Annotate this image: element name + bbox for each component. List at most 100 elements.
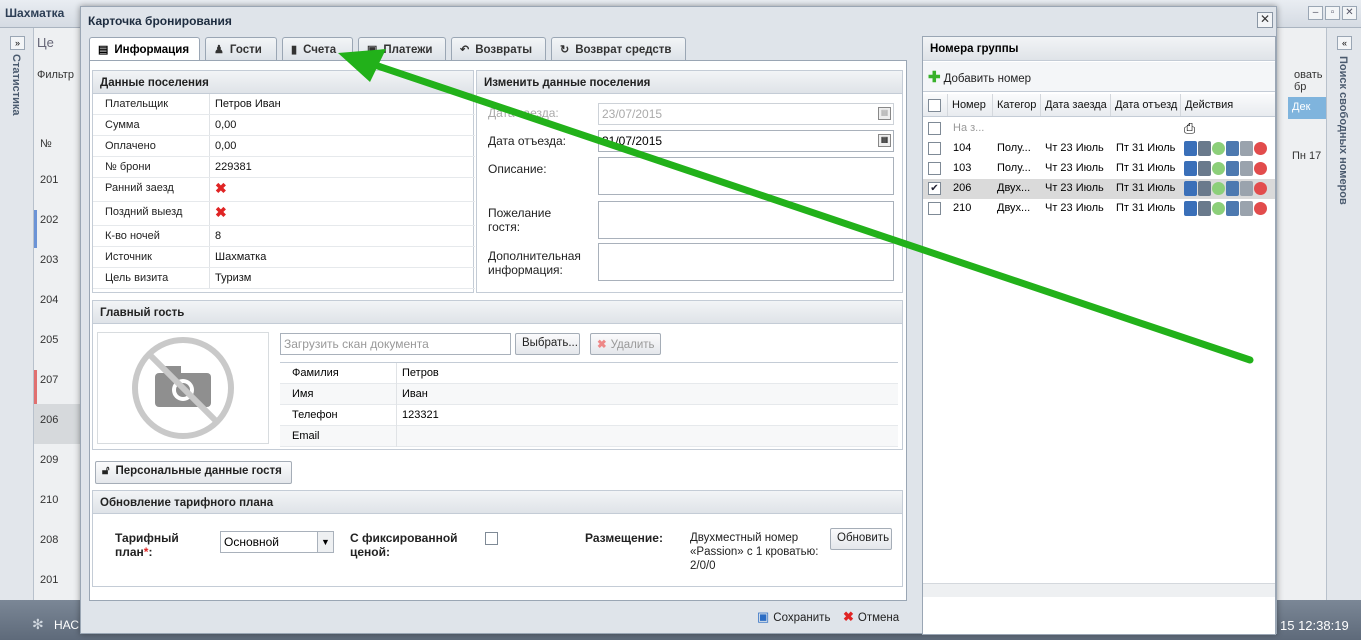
collapse-icon[interactable]: « — [1337, 36, 1352, 50]
list-icon[interactable] — [1198, 201, 1211, 216]
check-icon[interactable] — [1212, 142, 1225, 155]
gear-icon[interactable]: ✻ — [32, 616, 44, 633]
tab-info[interactable]: ▤ Информация — [89, 37, 200, 61]
check-icon[interactable] — [1212, 182, 1225, 195]
print-icon[interactable]: ⎙ — [1184, 120, 1195, 137]
list-icon[interactable] — [1198, 141, 1211, 156]
dialog-title: Карточка бронирования — [88, 14, 232, 28]
add-guest-icon[interactable] — [1226, 161, 1239, 176]
personal-data-label: Персональные данные гостя — [115, 465, 282, 477]
group-row[interactable]: ✔ 206 Двух... Чт 23 Июль Пт 31 Июль — [923, 179, 1275, 199]
group-row[interactable]: На з... ⎙ — [923, 119, 1275, 139]
guest-icon[interactable] — [1184, 201, 1197, 216]
wish-textarea[interactable] — [598, 201, 894, 239]
calendar-icon[interactable]: ▦ — [878, 134, 891, 147]
save-button[interactable]: ▣ Сохранить — [757, 609, 830, 625]
guest-row-value: Петров — [402, 367, 439, 379]
briefcase-icon: ▤ — [98, 44, 109, 56]
col-number[interactable]: Номер — [947, 94, 993, 116]
check-icon[interactable] — [1212, 202, 1225, 215]
guest-icon[interactable] — [1184, 161, 1197, 176]
remove-icon[interactable] — [1254, 142, 1267, 155]
column-divider — [209, 136, 210, 156]
horizontal-scrollbar[interactable] — [923, 583, 1275, 597]
minimize-icon[interactable]: ‒ — [1308, 6, 1323, 20]
row-checkbox[interactable] — [928, 202, 941, 215]
cell-in: Чт 23 Июль — [1045, 182, 1104, 194]
guest-icon[interactable] — [1184, 141, 1197, 156]
tab-label: Возвраты — [475, 44, 533, 56]
guest-row-key: Телефон — [292, 409, 338, 421]
row-checkbox[interactable] — [928, 142, 941, 155]
cell-cat: Полу... — [997, 142, 1031, 154]
cell-num: 104 — [953, 142, 972, 154]
row-checkbox[interactable] — [928, 122, 941, 135]
guest-icon[interactable] — [1184, 181, 1197, 196]
checkout-date-input[interactable]: 31/07/2015 ▦ — [598, 130, 894, 152]
tab-refund[interactable]: ↻ Возврат средств — [551, 37, 686, 60]
free-rooms-sidebar[interactable]: « Поиск свободных номеров — [1326, 28, 1361, 600]
month-label: Дек — [1288, 97, 1326, 119]
tab-payments[interactable]: ▣ Платежи — [358, 37, 446, 60]
add-guest-icon[interactable] — [1226, 201, 1239, 216]
row-checkbox[interactable]: ✔ — [928, 182, 941, 195]
tab-returns[interactable]: ↶ Возвраты — [451, 37, 546, 60]
money-icon: ▣ — [367, 44, 378, 56]
close-app-icon[interactable]: ✕ — [1342, 6, 1357, 20]
row-checkbox[interactable] — [928, 162, 941, 175]
group-row[interactable]: 104 Полу... Чт 23 Июль Пт 31 Июль — [923, 139, 1275, 159]
add-room-button[interactable]: ✚ Добавить номер — [928, 68, 1031, 86]
update-tariff-button[interactable]: Обновить — [830, 528, 892, 550]
group-row[interactable]: 210 Двух... Чт 23 Июль Пт 31 Июль — [923, 199, 1275, 219]
chevron-down-icon[interactable]: ▼ — [317, 532, 333, 552]
extra-info-textarea[interactable] — [598, 243, 894, 281]
remove-icon[interactable] — [1254, 202, 1267, 215]
list-icon[interactable] — [1198, 161, 1211, 176]
list-icon[interactable] — [1198, 181, 1211, 196]
room-marker — [34, 370, 37, 408]
choose-file-button[interactable]: Выбрать... — [515, 333, 580, 355]
placement-value: Двухместный номер «Passion» с 1 кроватью… — [690, 532, 819, 572]
add-room-label: Добавить номер — [943, 73, 1032, 85]
tab-label: Платежи — [383, 44, 433, 56]
tariff-plan-select[interactable]: Основной ▼ — [220, 531, 334, 553]
select-all-checkbox[interactable] — [928, 99, 941, 112]
tab-bills[interactable]: ▮ Счета — [282, 37, 353, 60]
col-category[interactable]: Категор — [993, 94, 1041, 116]
bg-room-label: № — [40, 138, 52, 150]
tab-guests[interactable]: ♟ Гости — [205, 37, 277, 60]
group-rooms-panel: Номера группы ✚ Добавить номер Номер Кате… — [922, 36, 1276, 635]
refresh-icon: ↻ — [560, 44, 570, 56]
maximize-icon[interactable]: ▫ — [1325, 6, 1340, 20]
close-icon[interactable]: ✕ — [1257, 12, 1273, 28]
stay-row: К-во ночей 8 — [93, 226, 475, 247]
taskbar-label: НАС — [54, 618, 80, 632]
add-guest-icon[interactable] — [1226, 181, 1239, 196]
fixed-price-checkbox[interactable] — [485, 532, 498, 545]
cell-cat: Двух... — [997, 202, 1031, 214]
remove-icon[interactable] — [1254, 182, 1267, 195]
checkout-icon[interactable] — [1240, 181, 1253, 196]
document-icon: ▮ — [291, 44, 298, 56]
stay-row-value: Петров Иван — [215, 98, 281, 110]
cancel-button[interactable]: ✖ Отмена — [843, 609, 899, 625]
col-checkout[interactable]: Дата отъезд — [1111, 94, 1181, 116]
add-guest-icon[interactable] — [1226, 141, 1239, 156]
expand-icon[interactable]: » — [10, 36, 25, 50]
statistics-sidebar[interactable]: » Статистика — [0, 28, 34, 600]
group-row[interactable]: 103 Полу... Чт 23 Июль Пт 31 Июль — [923, 159, 1275, 179]
cell-cat: Полу... — [997, 162, 1031, 174]
remove-icon[interactable] — [1254, 162, 1267, 175]
col-actions: Действия — [1185, 99, 1234, 111]
col-checkin[interactable]: Дата заезда — [1041, 94, 1111, 116]
checkout-icon[interactable] — [1240, 141, 1253, 156]
stay-row: № брони 229381 — [93, 157, 475, 178]
column-divider — [209, 115, 210, 135]
personal-data-button[interactable]: 🔓︎ Персональные данные гостя — [95, 461, 292, 484]
checkout-icon[interactable] — [1240, 201, 1253, 216]
checkout-icon[interactable] — [1240, 161, 1253, 176]
delete-label: Удалить — [610, 339, 655, 351]
scan-upload-input[interactable]: Загрузить скан документа — [280, 333, 511, 355]
description-textarea[interactable] — [598, 157, 894, 195]
check-icon[interactable] — [1212, 162, 1225, 175]
